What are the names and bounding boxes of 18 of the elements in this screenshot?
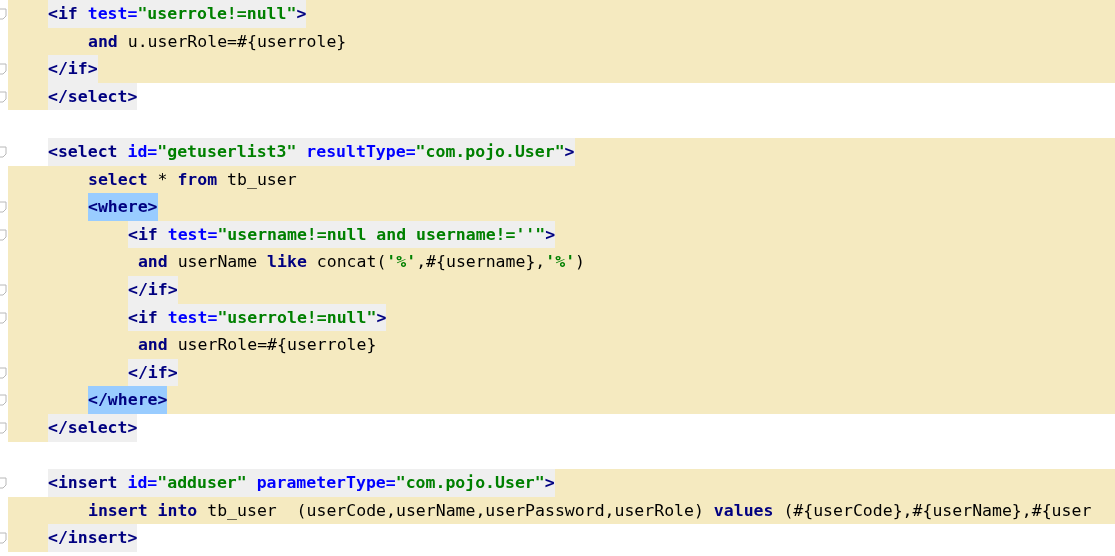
code-line: and u.userRole=#{userrole} (88, 30, 347, 53)
code-line: and userName like concat('%',#{username},'%') (136, 251, 586, 274)
fold-marker-icon[interactable] (0, 532, 7, 545)
fold-marker-icon[interactable] (0, 311, 7, 324)
fold-marker-icon[interactable] (0, 90, 7, 103)
fold-marker-icon[interactable] (0, 366, 7, 379)
code-line: and userRole=#{userrole} (136, 334, 377, 357)
fold-marker-icon[interactable] (0, 394, 7, 407)
code-line: insert into tb_user (userCode,userName,userPassword,userRole) values (#{userCode},#{userName},#{user (88, 499, 1092, 522)
fold-marker-icon[interactable] (0, 477, 7, 490)
code-line: select * from tb_user (88, 168, 297, 191)
fold-marker-icon[interactable] (0, 63, 7, 76)
fold-marker-icon[interactable] (0, 145, 7, 158)
fold-marker-icon[interactable] (0, 8, 7, 20)
fold-marker-icon[interactable] (0, 228, 7, 241)
fold-marker-icon[interactable] (0, 283, 7, 296)
fold-marker-icon[interactable] (0, 421, 7, 434)
fold-marker-icon[interactable] (0, 201, 7, 214)
